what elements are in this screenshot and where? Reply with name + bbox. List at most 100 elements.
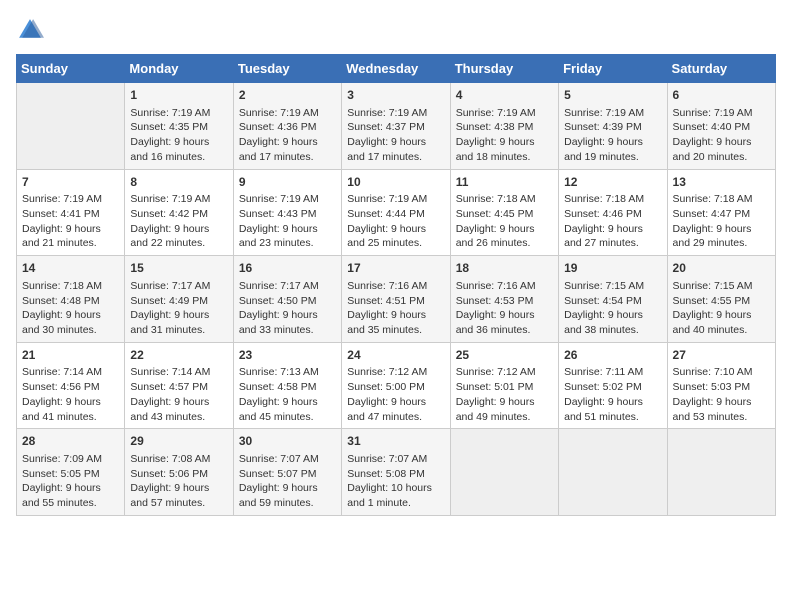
calendar-week-2: 7Sunrise: 7:19 AM Sunset: 4:41 PM Daylig… [17, 169, 776, 256]
day-info: Sunrise: 7:10 AM Sunset: 5:03 PM Dayligh… [673, 365, 770, 424]
day-number: 21 [22, 347, 119, 364]
day-info: Sunrise: 7:12 AM Sunset: 5:01 PM Dayligh… [456, 365, 553, 424]
day-info: Sunrise: 7:16 AM Sunset: 4:53 PM Dayligh… [456, 279, 553, 338]
day-info: Sunrise: 7:19 AM Sunset: 4:42 PM Dayligh… [130, 192, 227, 251]
calendar-cell: 23Sunrise: 7:13 AM Sunset: 4:58 PM Dayli… [233, 342, 341, 429]
calendar-cell: 15 Sunrise: 7:17 AM Sunset: 4:49 PM Dayli… [125, 256, 233, 343]
day-info: Sunrise: 7:19 AM Sunset: 4:40 PM Dayligh… [673, 106, 770, 165]
calendar-cell [667, 429, 775, 516]
calendar-cell: 8Sunrise: 7:19 AM Sunset: 4:42 PM Daylig… [125, 169, 233, 256]
calendar-cell: 1 Sunrise: 7:19 AM Sunset: 4:35 PM Daylig… [125, 83, 233, 170]
day-number: 28 [22, 433, 119, 450]
day-number: 9 [239, 174, 336, 191]
day-info: Sunrise: 7:14 AM Sunset: 4:57 PM Dayligh… [130, 365, 227, 424]
header-cell-sunday: Sunday [17, 55, 125, 83]
day-info: Sunrise: 7:07 AM Sunset: 5:07 PM Dayligh… [239, 452, 336, 511]
day-info: Sunrise: 7:16 AM Sunset: 4:51 PM Dayligh… [347, 279, 444, 338]
day-info: Sunrise: 7:19 AM Sunset: 4:37 PM Dayligh… [347, 106, 444, 165]
day-number: 19 [564, 260, 661, 277]
calendar-cell: 7Sunrise: 7:19 AM Sunset: 4:41 PM Daylig… [17, 169, 125, 256]
calendar-cell: 26Sunrise: 7:11 AM Sunset: 5:02 PM Dayli… [559, 342, 667, 429]
calendar-cell: 22Sunrise: 7:14 AM Sunset: 4:57 PM Dayli… [125, 342, 233, 429]
calendar-cell [17, 83, 125, 170]
day-info: Sunrise: 7:18 AM Sunset: 4:47 PM Dayligh… [673, 192, 770, 251]
day-info: Sunrise: 7:19 AM Sunset: 4:38 PM Dayligh… [456, 106, 553, 165]
calendar-cell: 12Sunrise: 7:18 AM Sunset: 4:46 PM Dayli… [559, 169, 667, 256]
calendar-cell: 10Sunrise: 7:19 AM Sunset: 4:44 PM Dayli… [342, 169, 450, 256]
day-info: Sunrise: 7:17 AM Sunset: 4:50 PM Dayligh… [239, 279, 336, 338]
calendar-cell: 19 Sunrise: 7:15 AM Sunset: 4:54 PM Dayli… [559, 256, 667, 343]
day-info: Sunrise: 7:08 AM Sunset: 5:06 PM Dayligh… [130, 452, 227, 511]
day-info: Sunrise: 7:12 AM Sunset: 5:00 PM Dayligh… [347, 365, 444, 424]
calendar-cell: 13Sunrise: 7:18 AM Sunset: 4:47 PM Dayli… [667, 169, 775, 256]
day-info: Sunrise: 7:19 AM Sunset: 4:41 PM Dayligh… [22, 192, 119, 251]
calendar-cell: 14Sunrise: 7:18 AM Sunset: 4:48 PM Dayli… [17, 256, 125, 343]
day-number: 3 [347, 87, 444, 104]
day-number: 27 [673, 347, 770, 364]
day-number: 8 [130, 174, 227, 191]
day-number: 23 [239, 347, 336, 364]
calendar-cell: 24Sunrise: 7:12 AM Sunset: 5:00 PM Dayli… [342, 342, 450, 429]
calendar-cell: 21Sunrise: 7:14 AM Sunset: 4:56 PM Dayli… [17, 342, 125, 429]
day-info: Sunrise: 7:17 AM Sunset: 4:49 PM Dayligh… [130, 279, 227, 338]
calendar-cell: 3 Sunrise: 7:19 AM Sunset: 4:37 PM Daylig… [342, 83, 450, 170]
calendar-header-row: SundayMondayTuesdayWednesdayThursdayFrid… [17, 55, 776, 83]
day-number: 1 [130, 87, 227, 104]
day-number: 6 [673, 87, 770, 104]
day-info: Sunrise: 7:14 AM Sunset: 4:56 PM Dayligh… [22, 365, 119, 424]
day-number: 20 [673, 260, 770, 277]
day-info: Sunrise: 7:19 AM Sunset: 4:39 PM Dayligh… [564, 106, 661, 165]
calendar-cell: 28 Sunrise: 7:09 AM Sunset: 5:05 PM Dayli… [17, 429, 125, 516]
calendar-cell: 11Sunrise: 7:18 AM Sunset: 4:45 PM Dayli… [450, 169, 558, 256]
calendar-cell [450, 429, 558, 516]
day-number: 18 [456, 260, 553, 277]
calendar-table: SundayMondayTuesdayWednesdayThursdayFrid… [16, 54, 776, 516]
day-info: Sunrise: 7:19 AM Sunset: 4:35 PM Dayligh… [130, 106, 227, 165]
day-number: 22 [130, 347, 227, 364]
day-number: 31 [347, 433, 444, 450]
day-info: Sunrise: 7:09 AM Sunset: 5:05 PM Dayligh… [22, 452, 119, 511]
logo-icon [16, 16, 44, 44]
calendar-cell: 20 Sunrise: 7:15 AM Sunset: 4:55 PM Dayli… [667, 256, 775, 343]
calendar-week-5: 28 Sunrise: 7:09 AM Sunset: 5:05 PM Dayli… [17, 429, 776, 516]
calendar-cell: 30Sunrise: 7:07 AM Sunset: 5:07 PM Dayli… [233, 429, 341, 516]
day-info: Sunrise: 7:15 AM Sunset: 4:55 PM Dayligh… [673, 279, 770, 338]
day-number: 25 [456, 347, 553, 364]
calendar-cell: 29 Sunrise: 7:08 AM Sunset: 5:06 PM Dayli… [125, 429, 233, 516]
calendar-cell: 4Sunrise: 7:19 AM Sunset: 4:38 PM Daylig… [450, 83, 558, 170]
calendar-cell: 31 Sunrise: 7:07 AM Sunset: 5:08 PM Dayli… [342, 429, 450, 516]
header-cell-wednesday: Wednesday [342, 55, 450, 83]
day-number: 2 [239, 87, 336, 104]
calendar-cell: 9Sunrise: 7:19 AM Sunset: 4:43 PM Daylig… [233, 169, 341, 256]
calendar-week-4: 21Sunrise: 7:14 AM Sunset: 4:56 PM Dayli… [17, 342, 776, 429]
day-number: 5 [564, 87, 661, 104]
day-number: 7 [22, 174, 119, 191]
day-number: 14 [22, 260, 119, 277]
logo [16, 16, 48, 44]
header-cell-monday: Monday [125, 55, 233, 83]
day-info: Sunrise: 7:13 AM Sunset: 4:58 PM Dayligh… [239, 365, 336, 424]
day-number: 26 [564, 347, 661, 364]
day-info: Sunrise: 7:19 AM Sunset: 4:36 PM Dayligh… [239, 106, 336, 165]
header [16, 16, 776, 44]
day-info: Sunrise: 7:15 AM Sunset: 4:54 PM Dayligh… [564, 279, 661, 338]
day-number: 24 [347, 347, 444, 364]
day-info: Sunrise: 7:11 AM Sunset: 5:02 PM Dayligh… [564, 365, 661, 424]
day-number: 15 [130, 260, 227, 277]
day-number: 10 [347, 174, 444, 191]
day-info: Sunrise: 7:18 AM Sunset: 4:45 PM Dayligh… [456, 192, 553, 251]
day-number: 12 [564, 174, 661, 191]
header-cell-tuesday: Tuesday [233, 55, 341, 83]
day-info: Sunrise: 7:18 AM Sunset: 4:46 PM Dayligh… [564, 192, 661, 251]
day-number: 11 [456, 174, 553, 191]
page-container: SundayMondayTuesdayWednesdayThursdayFrid… [0, 0, 792, 524]
header-cell-friday: Friday [559, 55, 667, 83]
calendar-week-3: 14Sunrise: 7:18 AM Sunset: 4:48 PM Dayli… [17, 256, 776, 343]
calendar-cell: 16 Sunrise: 7:17 AM Sunset: 4:50 PM Dayli… [233, 256, 341, 343]
day-number: 29 [130, 433, 227, 450]
calendar-cell: 5 Sunrise: 7:19 AM Sunset: 4:39 PM Daylig… [559, 83, 667, 170]
calendar-cell: 18 Sunrise: 7:16 AM Sunset: 4:53 PM Dayli… [450, 256, 558, 343]
day-info: Sunrise: 7:07 AM Sunset: 5:08 PM Dayligh… [347, 452, 444, 511]
calendar-cell: 6 Sunrise: 7:19 AM Sunset: 4:40 PM Daylig… [667, 83, 775, 170]
day-number: 16 [239, 260, 336, 277]
